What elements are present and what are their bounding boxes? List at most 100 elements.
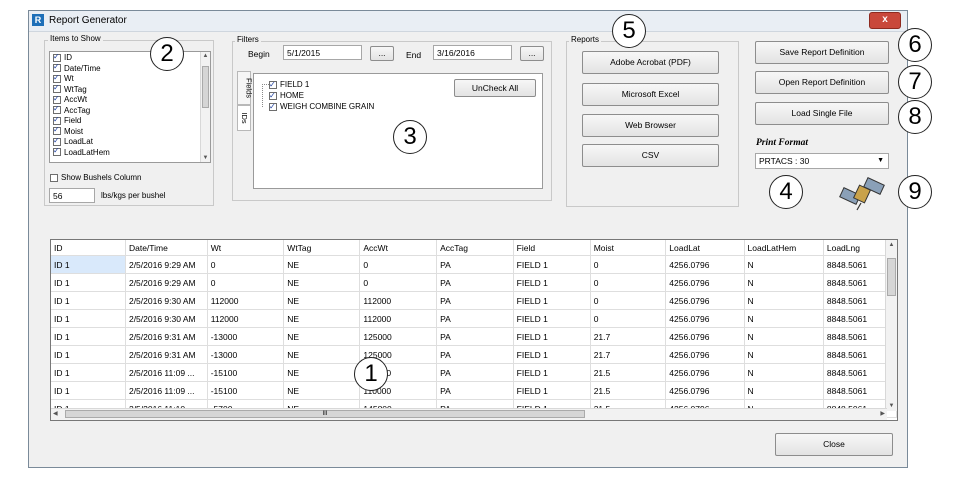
table-row[interactable]: ID 1 2/5/2016 9:31 AM -13000 NE 125000 PA FIEL… [51, 327, 897, 346]
export-pdf-button[interactable]: Adobe Acrobat (PDF) [582, 51, 719, 74]
item-checkbox[interactable] [53, 52, 61, 62]
save-report-definition-button[interactable]: Save Report Definition [755, 41, 889, 64]
tree-item-checkbox[interactable] [269, 101, 277, 112]
table-row[interactable]: ID 1 2/5/2016 9:29 AM 0 NE 0 PA FIELD 1 0 4256.0… [51, 273, 897, 292]
column-header[interactable]: WtTag [283, 240, 361, 256]
item-label: AccTag [64, 105, 91, 115]
table-cell: PA [436, 363, 514, 382]
tree-item[interactable]: HOME [269, 90, 374, 101]
items-list-item[interactable]: Wt [50, 73, 210, 85]
items-list-item[interactable]: ID [50, 52, 210, 64]
tree-item[interactable]: FIELD 1 [269, 79, 374, 90]
column-header[interactable]: AccTag [436, 240, 514, 256]
report-data-grid[interactable]: ID Date/Time Wt WtTag AccWt AccTag Field Moist L… [50, 239, 898, 421]
column-header[interactable]: ID [51, 240, 126, 256]
uncheck-all-button[interactable]: UnCheck All [454, 79, 536, 97]
end-date-picker-button[interactable]: ... [520, 46, 544, 61]
table-row[interactable]: ID 1 2/5/2016 9:30 AM 112000 NE 112000 PA FIEL… [51, 309, 897, 328]
column-header[interactable]: Moist [590, 240, 667, 256]
items-list-item[interactable]: WtTag [50, 83, 210, 96]
table-cell: 2/5/2016 9:31 AM [125, 345, 208, 364]
items-scrollbar[interactable]: ▲ ▼ [200, 52, 210, 162]
callout-4: 4 [769, 175, 803, 209]
items-list-item[interactable]: Field [50, 115, 210, 127]
table-cell: 21.7 [590, 345, 667, 364]
table-row[interactable]: ID 1 2/5/2016 9:30 AM 112000 NE 112000 PA FIEL… [51, 291, 897, 310]
items-list-item[interactable]: LoadLatHem [50, 146, 210, 159]
column-header[interactable]: AccWt [359, 240, 438, 256]
export-web-browser-button[interactable]: Web Browser [582, 114, 719, 137]
tree-item-checkbox[interactable] [269, 90, 277, 101]
table-cell: 2/5/2016 11:09 ... [125, 381, 208, 400]
table-cell: N [744, 255, 824, 274]
items-list-item[interactable]: AccWt [50, 94, 210, 106]
table-cell: PA [436, 255, 514, 274]
item-checkbox[interactable] [53, 125, 61, 136]
scroll-up-icon[interactable]: ▲ [201, 53, 210, 59]
table-cell: FIELD 1 [513, 345, 591, 364]
callout-3: 3 [393, 120, 427, 154]
item-label: Wt [64, 74, 74, 83]
item-checkbox[interactable] [53, 62, 61, 73]
items-list-item[interactable]: Moist [50, 125, 210, 138]
scroll-up-icon[interactable]: ▲ [886, 242, 897, 248]
column-header[interactable]: Wt [207, 240, 285, 256]
item-checkbox[interactable] [53, 83, 61, 94]
table-cell: PA [436, 345, 514, 364]
column-header[interactable]: LoadLat [665, 240, 745, 256]
begin-date-input[interactable]: 5/1/2015 [283, 45, 362, 60]
tree-item[interactable]: WEIGH COMBINE GRAIN [269, 101, 374, 112]
items-listbox[interactable]: IDDate/TimeWtWtTagAccWtAccTagFieldMoistL… [49, 51, 211, 163]
scroll-down-icon[interactable]: ▼ [886, 403, 897, 409]
scroll-left-icon[interactable]: ◀ [53, 410, 58, 417]
column-header[interactable]: Date/Time [125, 240, 208, 256]
column-header[interactable]: LoadLatHem [744, 240, 824, 256]
bushel-weight-input[interactable]: 56 [49, 188, 95, 203]
grid-horizontal-scrollbar[interactable]: ◀ III ▶ [51, 408, 887, 420]
tree-item-checkbox[interactable] [269, 79, 277, 90]
table-cell: PA [436, 273, 514, 292]
item-checkbox[interactable] [53, 94, 61, 104]
end-date-input[interactable]: 3/16/2016 [433, 45, 512, 60]
show-bushels-checkbox[interactable] [50, 173, 58, 182]
items-list-item[interactable]: AccTag [50, 104, 210, 117]
column-header[interactable]: Field [513, 240, 591, 256]
table-row[interactable]: ID 1 2/5/2016 9:29 AM 0 NE 0 PA FIELD 1 0 4256.0… [51, 255, 897, 274]
load-single-file-button[interactable]: Load Single File [755, 102, 889, 125]
item-checkbox[interactable] [53, 115, 61, 125]
item-checkbox[interactable] [53, 136, 61, 146]
scroll-thumb[interactable] [202, 66, 209, 108]
items-list-item[interactable]: Date/Time [50, 62, 210, 75]
show-bushels-row[interactable]: Show Bushels Column [50, 173, 141, 182]
scroll-down-icon[interactable]: ▼ [201, 155, 210, 161]
print-format-select[interactable]: PRTACS : 30 ▼ [755, 153, 889, 169]
table-cell: 4256.0796 [665, 291, 745, 310]
table-row[interactable]: ID 1 2/5/2016 9:31 AM -13000 NE 125000 PA FIEL… [51, 345, 897, 364]
items-list-item[interactable]: LoadLat [50, 136, 210, 148]
tab-fields[interactable]: Fields [237, 71, 254, 105]
table-cell: 0 [359, 255, 438, 274]
satellite-icon[interactable] [839, 177, 887, 213]
open-report-definition-button[interactable]: Open Report Definition [755, 71, 889, 94]
chevron-down-icon: ▼ [877, 157, 884, 164]
table-cell: 4256.0796 [665, 255, 745, 274]
table-cell: 112000 [207, 291, 285, 310]
callout-5: 5 [612, 14, 646, 48]
table-cell: -15100 [207, 381, 285, 400]
item-checkbox[interactable] [53, 146, 61, 157]
window-close-button[interactable]: x [869, 12, 901, 29]
export-csv-button[interactable]: CSV [582, 144, 719, 167]
close-button[interactable]: Close [775, 433, 893, 456]
begin-date-picker-button[interactable]: ... [370, 46, 394, 61]
export-excel-button[interactable]: Microsoft Excel [582, 83, 719, 106]
tab-ids[interactable]: IDs [237, 105, 251, 131]
table-row[interactable]: ID 12/5/2016 11:09 ...-15100NE110000PAFI… [51, 363, 897, 382]
item-checkbox[interactable] [53, 73, 61, 83]
item-checkbox[interactable] [53, 104, 61, 115]
table-header-row: ID Date/Time Wt WtTag AccWt AccTag Field Moist L… [51, 240, 897, 256]
grid-vertical-scrollbar[interactable]: ▲ ▼ [885, 240, 897, 411]
table-row[interactable]: ID 12/5/2016 11:09 ...-15100NE110000PAFI… [51, 381, 897, 400]
grid-hscroll-thumb[interactable]: III [65, 410, 585, 418]
scroll-right-icon[interactable]: ▶ [880, 410, 885, 417]
grid-vscroll-thumb[interactable] [887, 258, 896, 296]
